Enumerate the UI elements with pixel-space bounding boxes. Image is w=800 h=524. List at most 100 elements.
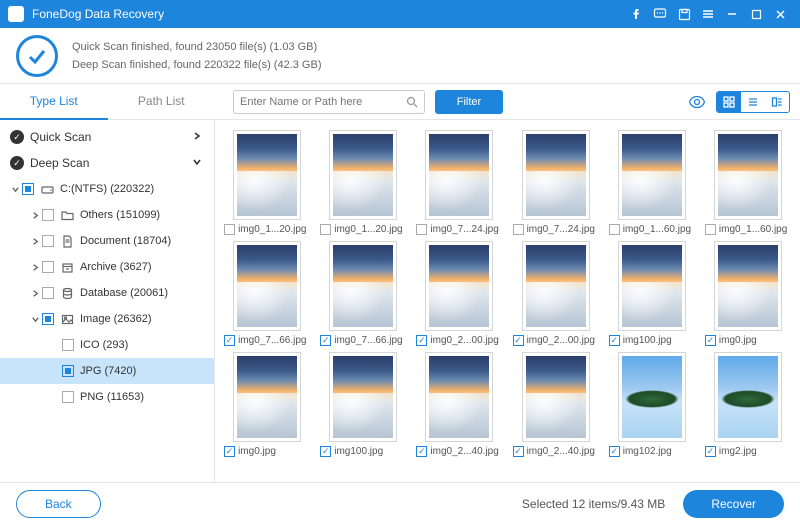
thumbnail-image[interactable] — [425, 352, 493, 442]
menu-icon[interactable] — [696, 2, 720, 26]
thumbnail-image[interactable] — [233, 130, 301, 220]
thumbnail-checkbox[interactable] — [609, 335, 620, 346]
search-box[interactable] — [233, 90, 425, 114]
thumbnail-image[interactable] — [522, 130, 590, 220]
view-list-button[interactable] — [741, 92, 765, 112]
archive-icon — [60, 260, 74, 274]
thumbnail-checkbox[interactable] — [513, 224, 524, 235]
thumbnail-checkbox[interactable] — [705, 224, 716, 235]
thumbnail-checkbox[interactable] — [513, 335, 524, 346]
close-button[interactable] — [768, 2, 792, 26]
preview-button[interactable] — [684, 91, 710, 113]
thumbnail-item[interactable]: img0_7...66.jpg — [221, 241, 313, 346]
sidebar-item-jpg[interactable]: JPG (7420) — [0, 358, 214, 384]
thumbnail-image[interactable] — [714, 130, 782, 220]
thumbnail-image[interactable] — [329, 352, 397, 442]
thumbnail-item[interactable]: img2.jpg — [702, 352, 794, 457]
sidebar-item-deep-scan[interactable]: Deep Scan — [0, 150, 214, 176]
checkbox[interactable] — [42, 209, 54, 221]
thumbnail-image[interactable] — [522, 352, 590, 442]
facebook-icon[interactable] — [624, 2, 648, 26]
thumbnail-checkbox[interactable] — [320, 224, 331, 235]
sidebar-item-ico[interactable]: ICO (293) — [0, 332, 214, 358]
image-icon — [60, 312, 74, 326]
checkbox[interactable] — [42, 261, 54, 273]
thumbnail-item[interactable]: img0.jpg — [702, 241, 794, 346]
sidebar-item-drive[interactable]: C:(NTFS) (220322) — [0, 176, 214, 202]
thumbnail-checkbox[interactable] — [705, 335, 716, 346]
thumbnail-filename: img0.jpg — [238, 446, 310, 457]
thumbnail-item[interactable]: img102.jpg — [606, 352, 698, 457]
thumbnail-image[interactable] — [329, 130, 397, 220]
thumbnail-item[interactable]: img0_1...60.jpg — [606, 130, 698, 235]
thumbnail-item[interactable]: img0_7...24.jpg — [413, 130, 505, 235]
thumbnail-item[interactable]: img0_2...40.jpg — [509, 352, 601, 457]
thumbnail-item[interactable]: img100.jpg — [606, 241, 698, 346]
filter-button[interactable]: Filter — [435, 90, 503, 114]
checkbox[interactable] — [62, 365, 74, 377]
thumbnail-image[interactable] — [425, 241, 493, 331]
thumbnail-item[interactable]: img100.jpg — [317, 352, 409, 457]
sidebar-item-archive[interactable]: Archive (3627) — [0, 254, 214, 280]
thumbnail-checkbox[interactable] — [705, 446, 716, 457]
thumbnail-checkbox[interactable] — [416, 335, 427, 346]
thumbnail-image[interactable] — [329, 241, 397, 331]
checkbox[interactable] — [62, 339, 74, 351]
save-icon[interactable] — [672, 2, 696, 26]
sidebar-item-quick-scan[interactable]: Quick Scan — [0, 124, 214, 150]
thumbnail-filename: img0_7...24.jpg — [527, 224, 599, 235]
view-detail-button[interactable] — [765, 92, 789, 112]
thumbnail-item[interactable]: img0_1...20.jpg — [221, 130, 313, 235]
thumbnail-image[interactable] — [714, 352, 782, 442]
thumbnail-item[interactable]: img0_2...40.jpg — [413, 352, 505, 457]
check-icon — [16, 35, 58, 77]
sidebar-item-document[interactable]: Document (18704) — [0, 228, 214, 254]
thumbnail-checkbox[interactable] — [224, 224, 235, 235]
thumbnail-item[interactable]: img0_2...00.jpg — [509, 241, 601, 346]
view-grid-button[interactable] — [717, 92, 741, 112]
thumbnail-checkbox[interactable] — [513, 446, 524, 457]
thumbnail-item[interactable]: img0_1...20.jpg — [317, 130, 409, 235]
tab-type-list[interactable]: Type List — [0, 84, 108, 120]
thumbnail-checkbox[interactable] — [416, 446, 427, 457]
thumbnail-image[interactable] — [714, 241, 782, 331]
thumbnail-checkbox[interactable] — [224, 335, 235, 346]
thumbnail-item[interactable]: img0_7...66.jpg — [317, 241, 409, 346]
checkbox[interactable] — [22, 183, 34, 195]
thumbnail-checkbox[interactable] — [609, 446, 620, 457]
thumbnail-image[interactable] — [233, 352, 301, 442]
tab-path-list[interactable]: Path List — [108, 84, 216, 120]
thumbnail-image[interactable] — [618, 241, 686, 331]
sidebar-item-database[interactable]: Database (20061) — [0, 280, 214, 306]
sidebar-item-others[interactable]: Others (151099) — [0, 202, 214, 228]
thumbnail-image[interactable] — [618, 130, 686, 220]
sidebar-item-image[interactable]: Image (26362) — [0, 306, 214, 332]
recover-button[interactable]: Recover — [683, 490, 784, 518]
checkbox[interactable] — [42, 235, 54, 247]
back-button[interactable]: Back — [16, 490, 101, 518]
sidebar-item-png[interactable]: PNG (11653) — [0, 384, 214, 410]
thumbnail-checkbox[interactable] — [416, 224, 427, 235]
thumbnail-item[interactable]: img0.jpg — [221, 352, 313, 457]
search-icon — [406, 96, 418, 108]
checkbox[interactable] — [42, 287, 54, 299]
thumbnail-checkbox[interactable] — [609, 224, 620, 235]
thumbnail-grid: img0_1...20.jpgimg0_1...20.jpgimg0_7...2… — [215, 120, 800, 482]
thumbnail-image[interactable] — [522, 241, 590, 331]
thumbnail-checkbox[interactable] — [320, 446, 331, 457]
thumbnail-image[interactable] — [233, 241, 301, 331]
thumbnail-item[interactable]: img0_1...60.jpg — [702, 130, 794, 235]
thumbnail-item[interactable]: img0_7...24.jpg — [509, 130, 601, 235]
checkbox[interactable] — [62, 391, 74, 403]
thumbnail-filename: img0_7...66.jpg — [334, 335, 406, 346]
thumbnail-checkbox[interactable] — [320, 335, 331, 346]
checkbox[interactable] — [42, 313, 54, 325]
thumbnail-item[interactable]: img0_2...00.jpg — [413, 241, 505, 346]
thumbnail-checkbox[interactable] — [224, 446, 235, 457]
maximize-button[interactable] — [744, 2, 768, 26]
minimize-button[interactable] — [720, 2, 744, 26]
thumbnail-image[interactable] — [425, 130, 493, 220]
search-input[interactable] — [240, 96, 406, 108]
thumbnail-image[interactable] — [618, 352, 686, 442]
feedback-icon[interactable] — [648, 2, 672, 26]
